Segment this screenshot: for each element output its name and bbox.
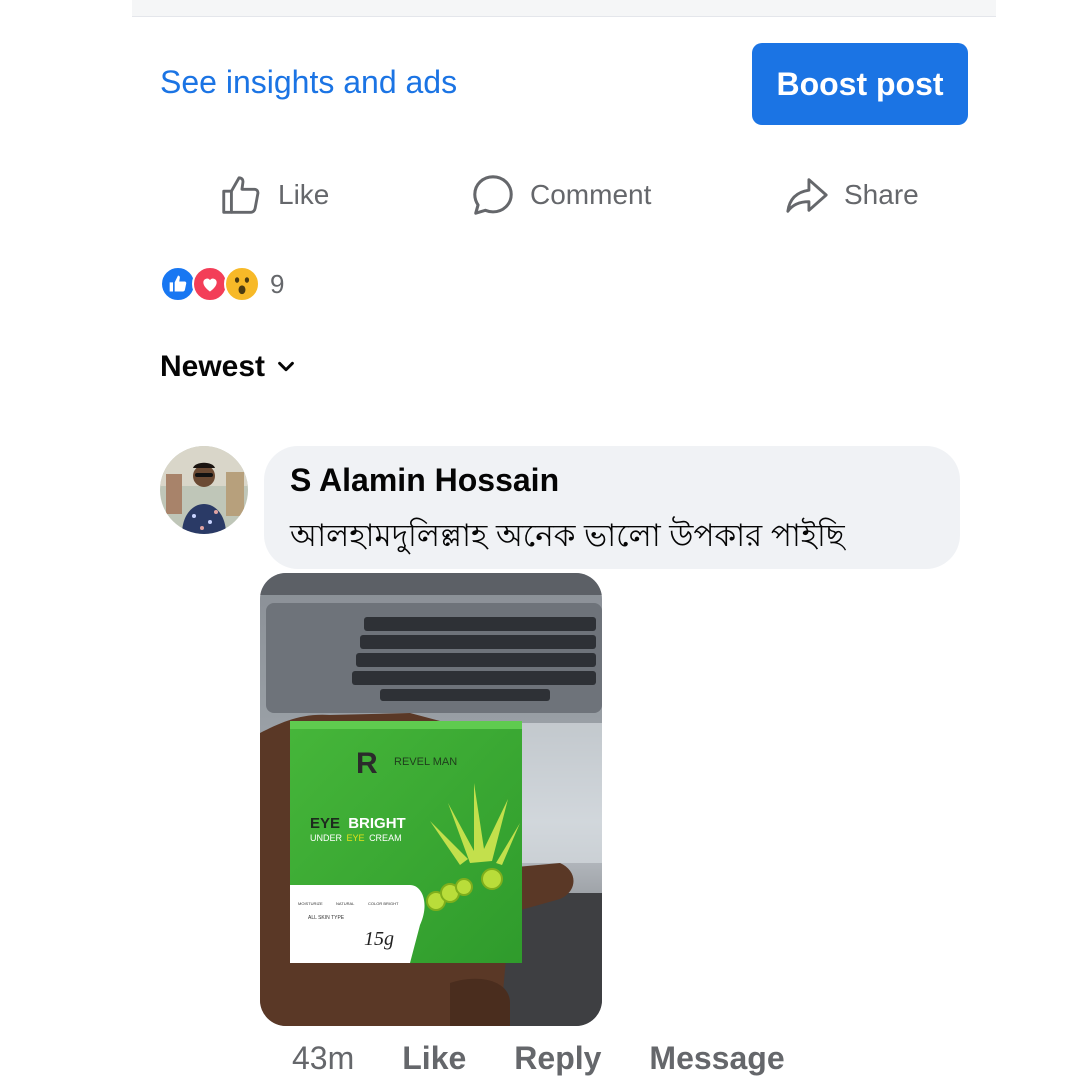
- see-insights-link[interactable]: See insights and ads: [160, 64, 457, 101]
- product-subtitle-part2: EYE: [347, 833, 365, 843]
- reactions-summary[interactable]: 9: [160, 264, 284, 304]
- like-action-button[interactable]: Like: [218, 168, 329, 222]
- boost-post-button[interactable]: Boost post: [752, 43, 968, 125]
- comment-reply-button[interactable]: Reply: [514, 1040, 601, 1077]
- svg-text:EYE BRIGHT: EYE BRIGHT: [310, 815, 406, 832]
- comment-bubble: S Alamin Hossain আলহামদুলিল্লাহ অনেক ভাল…: [264, 446, 960, 569]
- share-arrow-icon: [786, 178, 828, 213]
- comment-bubble-icon: [473, 175, 513, 215]
- svg-text:UNDER EYE CREAM: UNDER EYE CREAM: [310, 833, 402, 843]
- badge-moisturize: MOISTURIZE: [298, 901, 323, 906]
- comment-timestamp: 43m: [292, 1039, 355, 1076]
- comments-sort-dropdown[interactable]: Newest: [160, 350, 297, 384]
- product-skin-type: ALL SKIN TYPE: [308, 915, 345, 921]
- product-subtitle-part3: CREAM: [369, 833, 402, 843]
- chevron-down-icon: [278, 361, 294, 372]
- product-logo-mark: R: [356, 747, 378, 780]
- comment-action-button[interactable]: Comment: [470, 168, 651, 222]
- like-reaction-icon: [160, 266, 196, 302]
- sort-label: Newest: [160, 350, 266, 383]
- product-name-part2: BRIGHT: [348, 815, 406, 832]
- commenter-avatar[interactable]: [160, 446, 248, 534]
- comment-author-name[interactable]: S Alamin Hossain: [290, 462, 559, 499]
- badge-natural: NATURAL: [336, 901, 355, 906]
- product-brand: REVEL MAN: [394, 756, 457, 768]
- comment-photo-attachment[interactable]: R REVEL MAN EYE BRIGHT UNDER EYE CREAM M…: [260, 573, 602, 1026]
- wow-reaction-icon: [224, 266, 260, 302]
- reaction-count: 9: [270, 268, 285, 299]
- comment-meta-row: 43m Like Reply Message: [292, 1032, 833, 1084]
- product-name-part1: EYE: [310, 815, 340, 832]
- love-reaction-icon: [192, 266, 228, 302]
- like-action-label: Like: [278, 179, 330, 210]
- comment-text: আলহামদুলিল্লাহ অনেক ভালো উপকার পাইছি: [290, 518, 845, 553]
- thumbs-up-icon: [222, 176, 260, 214]
- comment-like-button[interactable]: Like: [402, 1040, 466, 1077]
- share-action-button[interactable]: Share: [784, 168, 919, 222]
- top-divider: [132, 0, 996, 17]
- comment-message-button[interactable]: Message: [649, 1040, 784, 1077]
- share-action-label: Share: [844, 179, 919, 210]
- product-weight: 15g: [364, 928, 394, 950]
- product-subtitle-part1: UNDER: [310, 833, 343, 843]
- comment-action-label: Comment: [530, 179, 652, 210]
- badge-color-bright: COLOR BRIGHT: [368, 901, 399, 906]
